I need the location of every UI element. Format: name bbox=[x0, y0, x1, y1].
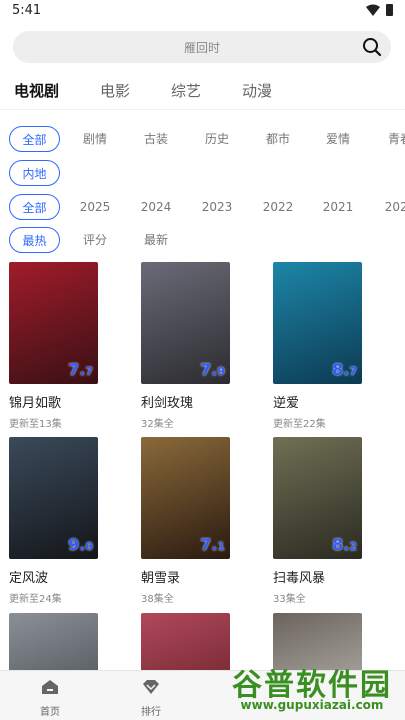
show-card[interactable]: 9.0 定风波 更新至24集 bbox=[9, 437, 98, 605]
genre-chip[interactable]: 青春 bbox=[380, 126, 405, 152]
show-rating: 8.7 bbox=[332, 360, 357, 379]
nav-rank-label: 排行 bbox=[141, 707, 161, 718]
category-tabs: 电视剧 电影 综艺 动漫 bbox=[0, 76, 405, 110]
tab-variety[interactable]: 综艺 bbox=[171, 80, 201, 101]
show-episodes: 38集全 bbox=[141, 594, 174, 605]
sort-chip-rating[interactable]: 评分 bbox=[75, 227, 115, 253]
show-rating: 9.0 bbox=[68, 535, 93, 554]
show-poster[interactable]: 7.7 bbox=[9, 262, 98, 384]
sort-chip-hot[interactable]: 最热 bbox=[9, 227, 60, 253]
search-placeholder[interactable]: 雁回时 bbox=[13, 39, 391, 56]
wifi-icon bbox=[366, 4, 380, 16]
year-filter-row: 全部 2025 2024 2023 2022 2021 2020 bbox=[0, 194, 405, 220]
show-poster[interactable]: 9.0 bbox=[9, 437, 98, 559]
genre-chip[interactable]: 历史 bbox=[197, 126, 237, 152]
show-rating: 7.1 bbox=[200, 535, 225, 554]
sort-filter-row: 最热 评分 最新 bbox=[0, 227, 405, 253]
show-rating: 7.7 bbox=[68, 360, 93, 379]
tab-tv[interactable]: 电视剧 bbox=[14, 80, 59, 101]
site-watermark: 谷普软件园 www.gupuxiazai.com bbox=[223, 658, 401, 720]
show-card[interactable]: 7.7 锦月如歌 更新至13集 bbox=[9, 262, 98, 430]
show-episodes: 更新至13集 bbox=[9, 419, 62, 430]
show-card[interactable]: 8.2 扫毒风暴 33集全 bbox=[273, 437, 362, 605]
show-poster[interactable]: 8.7 bbox=[273, 262, 362, 384]
show-title[interactable]: 锦月如歌 bbox=[9, 392, 98, 411]
region-chip-mainland[interactable]: 内地 bbox=[9, 160, 60, 186]
genre-chip-all[interactable]: 全部 bbox=[9, 126, 60, 152]
show-episodes: 更新至22集 bbox=[273, 419, 326, 430]
search-bar[interactable]: 雁回时 bbox=[13, 31, 391, 63]
genre-chip[interactable]: 都市 bbox=[258, 126, 298, 152]
year-chip[interactable]: 2025 bbox=[75, 194, 115, 220]
year-chip[interactable]: 2022 bbox=[258, 194, 298, 220]
sort-chip-newest[interactable]: 最新 bbox=[136, 227, 176, 253]
show-episodes: 32集全 bbox=[141, 419, 174, 430]
show-poster[interactable]: 7.9 bbox=[141, 262, 230, 384]
show-episodes: 更新至24集 bbox=[9, 594, 62, 605]
show-poster[interactable]: 8.2 bbox=[273, 437, 362, 559]
show-episodes: 33集全 bbox=[273, 594, 306, 605]
genre-filter-row: 全部 剧情 古装 历史 都市 爱情 青春 bbox=[0, 126, 405, 152]
status-bar: 5:41 bbox=[0, 0, 405, 22]
year-chip[interactable]: 2021 bbox=[318, 194, 358, 220]
search-icon[interactable] bbox=[362, 37, 382, 57]
genre-chip[interactable]: 爱情 bbox=[318, 126, 358, 152]
year-chip[interactable]: 2024 bbox=[136, 194, 176, 220]
nav-rank[interactable]: 排行 bbox=[121, 679, 181, 718]
year-chip[interactable]: 2023 bbox=[197, 194, 237, 220]
show-title[interactable]: 定风波 bbox=[9, 567, 98, 586]
show-title[interactable]: 逆爱 bbox=[273, 392, 362, 411]
show-card[interactable]: 8.7 逆爱 更新至22集 bbox=[273, 262, 362, 430]
rank-icon bbox=[143, 680, 159, 694]
region-filter-row: 内地 bbox=[0, 160, 405, 186]
show-card[interactable]: 7.1 朝雪录 38集全 bbox=[141, 437, 230, 605]
show-title[interactable]: 朝雪录 bbox=[141, 567, 230, 586]
home-icon bbox=[42, 680, 58, 694]
tab-movie[interactable]: 电影 bbox=[100, 80, 130, 101]
year-chip[interactable]: 2020 bbox=[380, 194, 405, 220]
show-title[interactable]: 利剑玫瑰 bbox=[141, 392, 230, 411]
show-rating: 8.2 bbox=[332, 535, 357, 554]
nav-home-label: 首页 bbox=[40, 707, 60, 718]
show-poster[interactable]: 7.1 bbox=[141, 437, 230, 559]
show-title[interactable]: 扫毒风暴 bbox=[273, 567, 362, 586]
status-time: 5:41 bbox=[12, 3, 42, 18]
show-card[interactable]: 7.9 利剑玫瑰 32集全 bbox=[141, 262, 230, 430]
nav-home[interactable]: 首页 bbox=[20, 679, 80, 718]
show-rating: 7.9 bbox=[200, 360, 225, 379]
status-icons bbox=[366, 4, 393, 16]
tab-anime[interactable]: 动漫 bbox=[242, 80, 272, 101]
genre-chip[interactable]: 古装 bbox=[136, 126, 176, 152]
year-chip-all[interactable]: 全部 bbox=[9, 194, 60, 220]
watermark-url: www.gupuxiazai.com bbox=[240, 698, 384, 712]
genre-chip[interactable]: 剧情 bbox=[75, 126, 115, 152]
battery-icon bbox=[386, 4, 393, 16]
